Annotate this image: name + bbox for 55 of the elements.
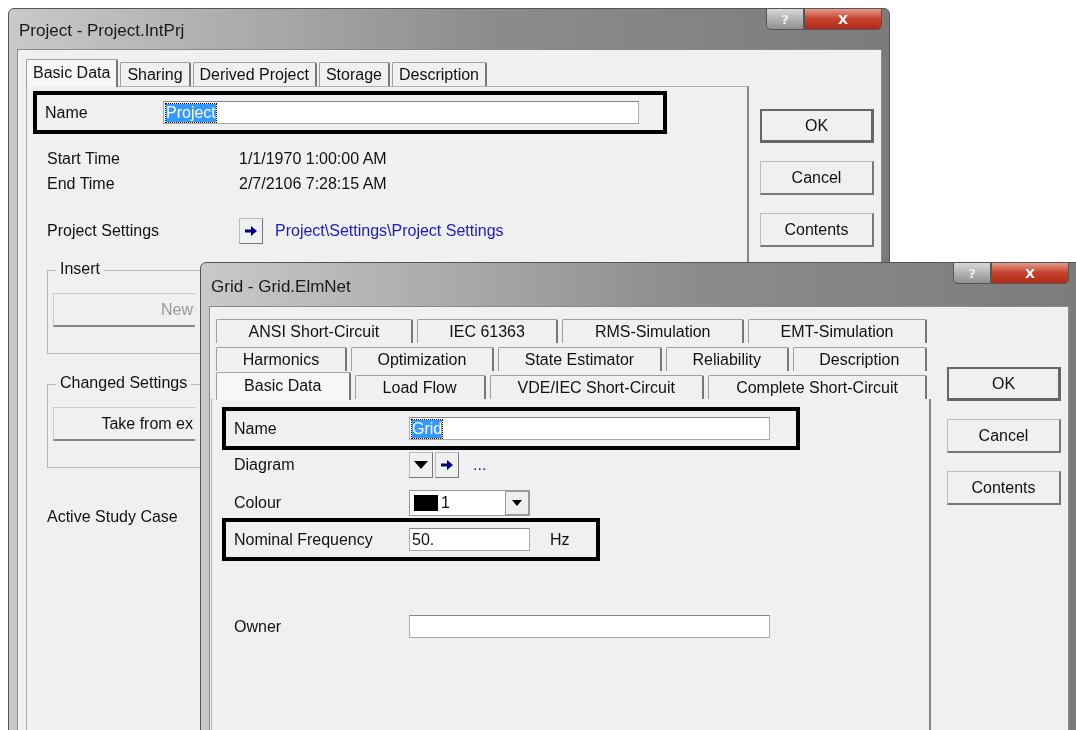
dialog-button[interactable]: Contents: [947, 471, 1061, 505]
tab[interactable]: Basic Data: [26, 59, 119, 87]
field-label: Diagram: [234, 456, 296, 474]
arrow-icon: [245, 226, 257, 236]
caret-icon: [414, 461, 428, 469]
field-label: Active Study Case: [47, 508, 179, 526]
window-title: Grid - Grid.ElmNet: [210, 276, 351, 297]
dialog-button[interactable]: Cancel: [947, 419, 1061, 453]
tab[interactable]: Reliability: [665, 347, 789, 371]
caret-icon: [512, 500, 522, 506]
jump-button[interactable]: [435, 452, 459, 478]
tab[interactable]: IEC 61363: [416, 319, 559, 343]
field-value: 2/7/2106 7:28:15 AM: [239, 174, 387, 193]
tab[interactable]: Optimization: [350, 347, 495, 371]
unit-label: Hz: [550, 530, 570, 549]
arrow-icon: [441, 460, 453, 470]
tab[interactable]: Harmonics: [216, 347, 347, 371]
tab[interactable]: Derived Project: [192, 62, 317, 86]
close-button[interactable]: X: [804, 8, 882, 30]
window-title: Project - Project.IntPrj: [18, 21, 185, 41]
field-label: Colour: [234, 494, 283, 512]
dialog-button[interactable]: Contents: [760, 213, 874, 247]
tab[interactable]: Description: [391, 62, 487, 86]
dialog-button[interactable]: OK: [760, 109, 874, 143]
input-field[interactable]: [409, 615, 770, 638]
tab[interactable]: Sharing: [120, 62, 191, 86]
tab[interactable]: Description: [792, 347, 927, 371]
tab[interactable]: Storage: [318, 62, 390, 86]
diagram-link[interactable]: ...: [473, 456, 487, 474]
tab[interactable]: Complete Short-Circuit: [708, 375, 928, 399]
field-label: Owner: [234, 617, 283, 636]
field-value: 1/1/1970 1:00:00 AM: [239, 149, 387, 168]
tab[interactable]: VDE/IEC Short-Circuit: [489, 375, 705, 399]
dropdown-button[interactable]: [409, 452, 433, 478]
tab[interactable]: RMS-Simulation: [562, 319, 745, 343]
dialog-button[interactable]: Cancel: [760, 161, 874, 195]
group-title: Changed Settings: [56, 374, 192, 392]
tab[interactable]: ANSI Short-Circuit: [216, 319, 413, 343]
close-button[interactable]: X: [991, 262, 1069, 284]
group-button[interactable]: Take from ex: [53, 407, 195, 441]
tab[interactable]: Load Flow: [354, 375, 486, 399]
jump-button[interactable]: [239, 218, 263, 244]
field-label: End Time: [47, 174, 116, 193]
field-label: Nominal Frequency: [234, 530, 374, 549]
colour-dropdown[interactable]: 1: [409, 490, 530, 516]
field-label: Name: [234, 419, 278, 438]
field-label: Name: [45, 103, 89, 122]
tab[interactable]: EMT-Simulation: [748, 319, 927, 343]
settings-link[interactable]: Project\Settings\Project Settings: [275, 222, 504, 240]
field-label: Start Time: [47, 149, 121, 168]
tab[interactable]: State Estimator: [498, 347, 662, 371]
dialog-button[interactable]: OK: [947, 367, 1061, 401]
field-label: Project Settings: [47, 222, 161, 240]
tab[interactable]: Basic Data: [216, 372, 351, 400]
input-field[interactable]: 50.: [409, 528, 530, 551]
